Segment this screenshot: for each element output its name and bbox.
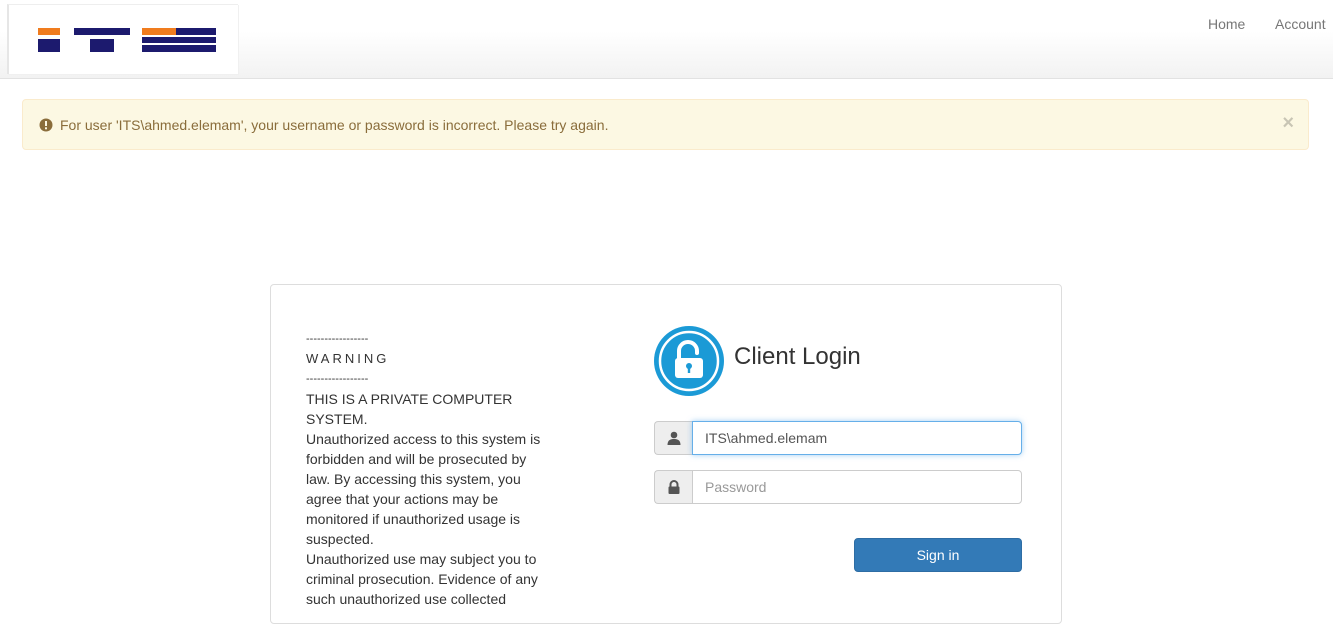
username-addon — [654, 421, 693, 455]
warning-title: WARNING — [306, 351, 390, 366]
alert-close-button[interactable]: × — [1282, 113, 1294, 133]
user-icon — [667, 431, 681, 445]
warning-divider-bottom: ----------------- — [306, 373, 369, 385]
company-logo[interactable] — [7, 4, 238, 74]
login-error-alert: For user 'ITS\ahmed.elemam', your userna… — [22, 99, 1309, 150]
warning-paragraph: Unauthorized use may subject you to crim… — [306, 551, 538, 607]
client-login-title: Client Login — [734, 343, 861, 370]
password-addon — [654, 470, 693, 504]
top-navbar: Home Account — [0, 0, 1333, 79]
its-logo-icon — [38, 28, 216, 52]
warning-paragraph: THIS IS A PRIVATE COMPUTER SYSTEM. — [306, 391, 513, 427]
nav-account-link[interactable]: Account — [1275, 16, 1326, 32]
password-input[interactable] — [692, 470, 1022, 504]
warning-paragraph: Unauthorized access to this system is fo… — [306, 431, 541, 547]
exclamation-circle-icon — [39, 118, 53, 132]
lock-badge — [654, 326, 724, 396]
login-panel: ----------------- WARNING --------------… — [270, 284, 1062, 624]
password-group — [654, 470, 1022, 504]
username-group — [654, 421, 1022, 455]
warning-notice: ----------------- WARNING --------------… — [306, 329, 546, 609]
lock-icon — [668, 480, 680, 494]
username-input[interactable] — [692, 421, 1022, 455]
sign-in-button[interactable]: Sign in — [854, 538, 1022, 572]
warning-divider-top: ----------------- — [306, 333, 369, 345]
alert-message: For user 'ITS\ahmed.elemam', your userna… — [60, 117, 609, 133]
nav-home-link[interactable]: Home — [1208, 16, 1245, 32]
unlock-icon — [658, 330, 720, 392]
